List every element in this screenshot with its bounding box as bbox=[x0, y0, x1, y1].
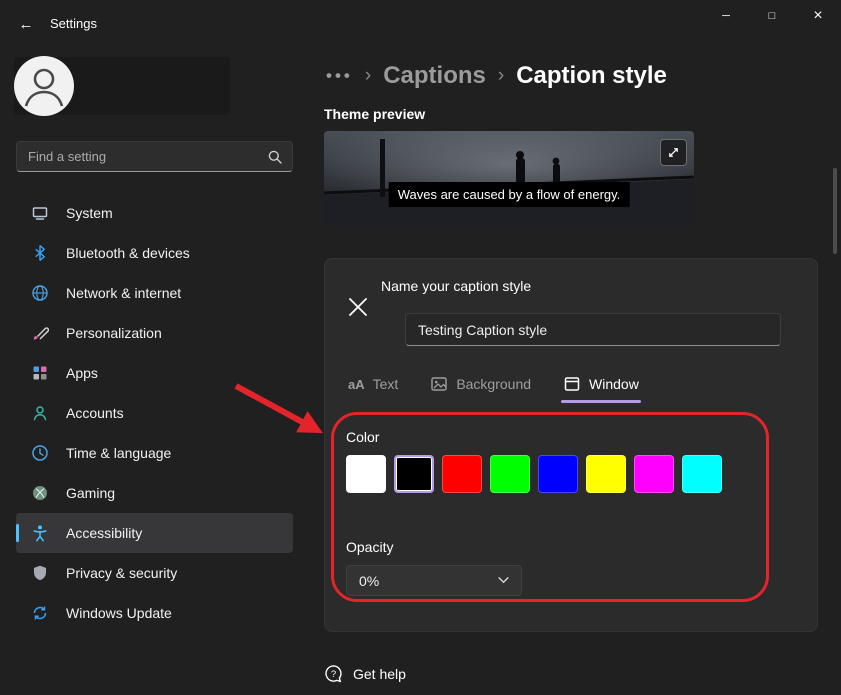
accessibility-person-icon bbox=[30, 523, 50, 543]
window-tab-icon bbox=[563, 375, 581, 393]
back-icon: ← bbox=[19, 16, 34, 33]
breadcrumb-captions[interactable]: Captions bbox=[383, 62, 486, 90]
get-help-label: Get help bbox=[353, 666, 406, 682]
preview-scene bbox=[324, 131, 694, 226]
caption-style-card: Name your caption style aA Text Backgrou… bbox=[324, 258, 818, 632]
theme-preview-label: Theme preview bbox=[324, 106, 425, 122]
window-controls: ─ □ × bbox=[703, 0, 841, 31]
sidebar-item-gaming[interactable]: Gaming bbox=[16, 473, 293, 513]
color-swatch-yellow[interactable] bbox=[586, 455, 626, 493]
svg-text:?: ? bbox=[331, 669, 336, 680]
xbox-icon bbox=[30, 483, 50, 503]
sidebar-item-accounts[interactable]: Accounts bbox=[16, 393, 293, 433]
caption-preview-text: Waves are caused by a flow of energy. bbox=[389, 182, 630, 207]
sidebar-item-label: Personalization bbox=[66, 325, 162, 341]
sidebar-item-apps[interactable]: Apps bbox=[16, 353, 293, 393]
minimize-icon: ─ bbox=[722, 10, 730, 22]
expand-icon bbox=[667, 146, 680, 159]
chevron-right-icon: › bbox=[498, 65, 504, 87]
tab-background[interactable]: Background bbox=[428, 369, 533, 403]
color-swatch-white[interactable] bbox=[346, 455, 386, 493]
name-caption-style-label: Name your caption style bbox=[381, 278, 531, 294]
opacity-section-label: Opacity bbox=[346, 539, 393, 555]
close-icon: × bbox=[813, 7, 822, 25]
background-tab-icon bbox=[430, 375, 448, 393]
opacity-value: 0% bbox=[359, 573, 379, 589]
color-swatch-magenta[interactable] bbox=[634, 455, 674, 493]
expand-preview-button[interactable] bbox=[660, 139, 687, 166]
tab-label: Text bbox=[373, 376, 399, 392]
avatar[interactable] bbox=[14, 56, 74, 116]
maximize-icon: □ bbox=[769, 10, 776, 22]
apps-grid-icon bbox=[30, 363, 50, 383]
color-swatch-green[interactable] bbox=[490, 455, 530, 493]
search-box bbox=[16, 141, 293, 172]
sidebar-item-label: Accessibility bbox=[66, 525, 142, 541]
settings-window: ← Settings ─ □ × System Bluetooth & devi… bbox=[0, 0, 841, 695]
help-bubble-icon: ? bbox=[324, 664, 343, 683]
sidebar-item-label: Privacy & security bbox=[66, 565, 177, 581]
color-swatch-red[interactable] bbox=[442, 455, 482, 493]
search-icon bbox=[267, 149, 283, 165]
color-swatch-cyan[interactable] bbox=[682, 455, 722, 493]
search-input[interactable] bbox=[17, 142, 261, 171]
sidebar-item-label: Bluetooth & devices bbox=[66, 245, 190, 261]
opacity-dropdown[interactable]: 0% bbox=[346, 565, 522, 596]
theme-preview-image: Waves are caused by a flow of energy. bbox=[324, 131, 694, 226]
clock-icon bbox=[30, 443, 50, 463]
sidebar-item-system[interactable]: System bbox=[16, 193, 293, 233]
window-title: Settings bbox=[50, 16, 97, 31]
sidebar-item-label: Apps bbox=[66, 365, 98, 381]
color-swatches bbox=[346, 455, 722, 493]
minimize-button[interactable]: ─ bbox=[703, 0, 749, 31]
sidebar-item-accessibility[interactable]: Accessibility bbox=[16, 513, 293, 553]
paintbrush-icon bbox=[30, 323, 50, 343]
person-icon bbox=[14, 56, 74, 116]
tab-text[interactable]: aA Text bbox=[346, 369, 400, 403]
get-help-link[interactable]: ? Get help bbox=[324, 664, 406, 683]
sidebar-item-label: Windows Update bbox=[66, 605, 172, 621]
color-swatch-blue[interactable] bbox=[538, 455, 578, 493]
page-title: Caption style bbox=[516, 62, 667, 90]
accounts-person-icon bbox=[30, 403, 50, 423]
sidebar-item-privacy-security[interactable]: Privacy & security bbox=[16, 553, 293, 593]
globe-icon bbox=[30, 283, 50, 303]
chevron-down-icon bbox=[498, 577, 509, 584]
system-icon bbox=[30, 203, 50, 223]
color-section-label: Color bbox=[346, 429, 379, 445]
scrollbar-thumb[interactable] bbox=[833, 168, 837, 254]
color-swatch-black[interactable] bbox=[394, 455, 434, 493]
tab-label: Window bbox=[589, 376, 639, 392]
sidebar-item-label: Accounts bbox=[66, 405, 124, 421]
sidebar-item-label: Gaming bbox=[66, 485, 115, 501]
update-arrows-icon bbox=[30, 603, 50, 623]
sidebar-item-time-language[interactable]: Time & language bbox=[16, 433, 293, 473]
sidebar-item-bluetooth-devices[interactable]: Bluetooth & devices bbox=[16, 233, 293, 273]
back-button[interactable]: ← bbox=[8, 8, 44, 40]
sidebar-item-label: Time & language bbox=[66, 445, 171, 461]
sidebar-item-network-internet[interactable]: Network & internet bbox=[16, 273, 293, 313]
sidebar-nav: System Bluetooth & devices Network & int… bbox=[16, 193, 293, 633]
selected-accent-bar bbox=[16, 524, 19, 542]
caption-style-icon bbox=[346, 295, 370, 319]
breadcrumb-ellipsis[interactable]: ••• bbox=[326, 66, 353, 86]
tab-label: Background bbox=[456, 376, 531, 392]
caption-style-name-input[interactable] bbox=[405, 313, 781, 346]
chevron-right-icon: › bbox=[365, 65, 371, 87]
sidebar-item-label: System bbox=[66, 205, 113, 221]
breadcrumb: ••• › Captions › Caption style bbox=[326, 58, 667, 94]
sidebar-item-label: Network & internet bbox=[66, 285, 181, 301]
close-button[interactable]: × bbox=[795, 0, 841, 31]
sidebar-item-windows-update[interactable]: Windows Update bbox=[16, 593, 293, 633]
tab-window[interactable]: Window bbox=[561, 369, 641, 403]
bluetooth-icon bbox=[30, 243, 50, 263]
titlebar: ← Settings ─ □ × bbox=[0, 0, 841, 48]
text-tab-icon: aA bbox=[348, 377, 365, 392]
sidebar-item-personalization[interactable]: Personalization bbox=[16, 313, 293, 353]
shield-icon bbox=[30, 563, 50, 583]
maximize-button[interactable]: □ bbox=[749, 0, 795, 31]
style-tabs: aA Text Background Window bbox=[346, 369, 641, 403]
